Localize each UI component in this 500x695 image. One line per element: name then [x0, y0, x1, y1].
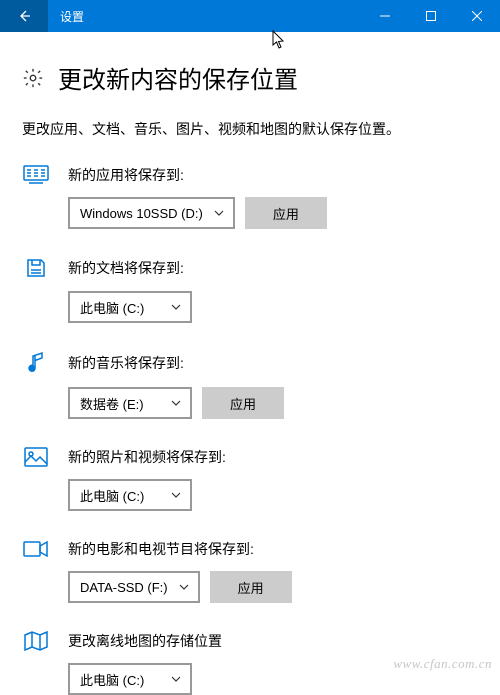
apps-dropdown[interactable]: Windows 10SSD (D:)	[68, 197, 235, 229]
music-dropdown-value: 数据卷 (E:)	[80, 394, 160, 413]
photos-label: 新的照片和视频将保存到:	[68, 447, 226, 467]
image-icon	[24, 447, 48, 467]
gear-icon	[22, 67, 44, 89]
movies-dropdown[interactable]: DATA-SSD (F:)	[68, 571, 200, 603]
section-music: 新的音乐将保存到: 数据卷 (E:) 应用	[22, 351, 478, 419]
music-note-icon	[27, 351, 45, 375]
window-title: 设置	[48, 8, 362, 25]
minimize-icon	[380, 11, 390, 21]
chevron-down-icon	[170, 400, 182, 406]
music-apply-button[interactable]: 应用	[202, 387, 284, 419]
photos-dropdown[interactable]: 此电脑 (C:)	[68, 479, 192, 511]
video-camera-icon	[23, 540, 49, 558]
section-photos: 新的照片和视频将保存到: 此电脑 (C:)	[22, 447, 478, 511]
movies-label: 新的电影和电视节目将保存到:	[68, 539, 254, 559]
section-documents: 新的文档将保存到: 此电脑 (C:)	[22, 257, 478, 323]
music-label: 新的音乐将保存到:	[68, 353, 184, 373]
music-dropdown[interactable]: 数据卷 (E:)	[68, 387, 192, 419]
chevron-down-icon	[170, 492, 182, 498]
arrow-left-icon	[16, 8, 32, 24]
section-movies: 新的电影和电视节目将保存到: DATA-SSD (F:) 应用	[22, 539, 478, 603]
documents-dropdown-value: 此电脑 (C:)	[80, 298, 160, 317]
apps-dropdown-value: Windows 10SSD (D:)	[80, 206, 203, 221]
maps-dropdown[interactable]: 此电脑 (C:)	[68, 663, 192, 695]
documents-dropdown[interactable]: 此电脑 (C:)	[68, 291, 192, 323]
documents-label: 新的文档将保存到:	[68, 258, 184, 278]
watermark: www.cfan.com.cn	[393, 656, 492, 672]
apps-apply-button[interactable]: 应用	[245, 197, 327, 229]
close-button[interactable]	[454, 0, 500, 32]
document-save-icon	[25, 257, 47, 279]
page-description: 更改应用、文档、音乐、图片、视频和地图的默认保存位置。	[22, 119, 478, 139]
close-icon	[472, 11, 482, 21]
page-title: 更改新内容的保存位置	[58, 60, 298, 95]
maps-label: 更改离线地图的存储位置	[68, 631, 222, 651]
chevron-down-icon	[170, 676, 182, 682]
content-area: 更改新内容的保存位置 更改应用、文档、音乐、图片、视频和地图的默认保存位置。 新…	[0, 32, 500, 695]
apps-label: 新的应用将保存到:	[68, 165, 184, 185]
back-button[interactable]	[0, 0, 48, 32]
chevron-down-icon	[213, 210, 225, 216]
minimize-button[interactable]	[362, 0, 408, 32]
map-icon	[24, 631, 48, 651]
maps-dropdown-value: 此电脑 (C:)	[80, 670, 160, 689]
chevron-down-icon	[170, 304, 182, 310]
movies-dropdown-value: DATA-SSD (F:)	[80, 580, 168, 595]
section-apps: 新的应用将保存到: Windows 10SSD (D:) 应用	[22, 165, 478, 229]
maximize-button[interactable]	[408, 0, 454, 32]
apps-icon	[23, 165, 49, 185]
photos-dropdown-value: 此电脑 (C:)	[80, 486, 160, 505]
movies-apply-button[interactable]: 应用	[210, 571, 292, 603]
chevron-down-icon	[178, 584, 190, 590]
page-header: 更改新内容的保存位置	[22, 60, 478, 95]
titlebar: 设置	[0, 0, 500, 32]
window-controls	[362, 0, 500, 32]
maximize-icon	[426, 11, 436, 21]
